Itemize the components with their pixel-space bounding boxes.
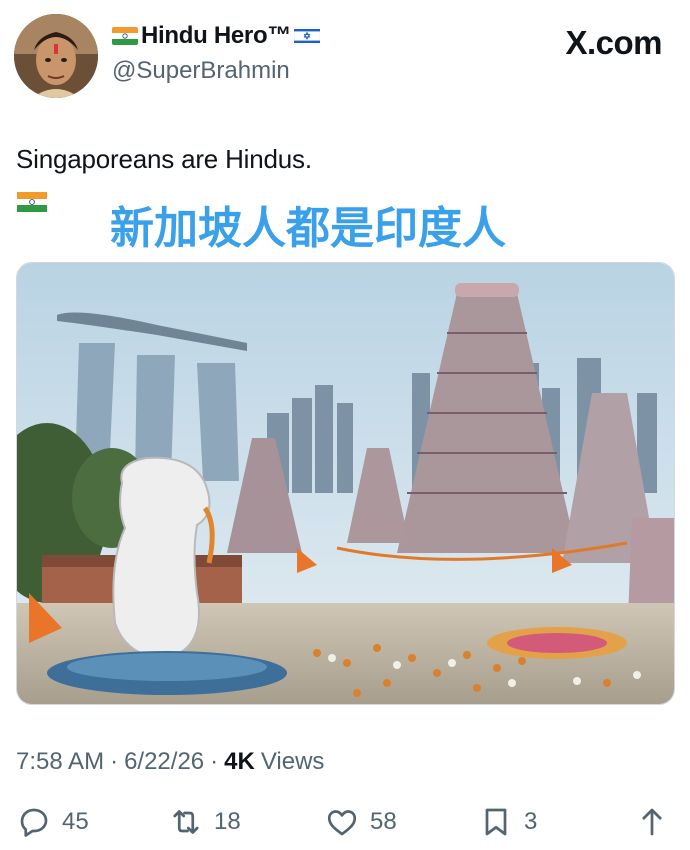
israel-flag-icon — [294, 27, 321, 45]
bookmark-icon — [485, 808, 507, 836]
brand-text: X.com — [565, 24, 662, 61]
like-button[interactable]: 58 — [324, 800, 397, 844]
reply-count: 45 — [62, 808, 89, 835]
user-handle[interactable]: @SuperBrahmin — [112, 57, 290, 85]
share-icon — [642, 808, 662, 836]
author-name-row[interactable]: Hindu Hero™ — [112, 22, 321, 50]
tweet-meta: 7:58 AM · 6/22/26 · 4K Views — [16, 748, 324, 776]
repost-button[interactable]: 18 — [168, 800, 241, 844]
x-brand-logo: X.com — [565, 24, 662, 62]
bookmark-button[interactable]: 3 — [478, 800, 537, 844]
meta-separator: · — [110, 748, 119, 775]
action-bar: 45 18 58 3 — [0, 800, 690, 844]
avatar[interactable] — [14, 14, 98, 98]
share-button[interactable] — [634, 800, 670, 844]
tweet-text: Singaporeans are Hindus. — [16, 144, 312, 174]
tweet-date[interactable]: 6/22/26 — [124, 748, 204, 776]
heart-icon — [327, 810, 357, 836]
reply-icon — [20, 808, 48, 837]
tweet-time[interactable]: 7:58 AM — [16, 748, 104, 776]
meta-separator: · — [210, 748, 219, 775]
display-name[interactable]: Hindu Hero™ — [141, 22, 291, 50]
bookmark-count: 3 — [524, 808, 538, 835]
views-count: 4K — [224, 748, 255, 775]
like-count: 58 — [370, 808, 397, 835]
repost-count: 18 — [214, 808, 241, 835]
views-label: Views — [260, 748, 325, 775]
reply-button[interactable]: 45 — [16, 800, 89, 844]
overlay-caption: 新加坡人都是印度人 — [110, 204, 506, 253]
india-flag-icon — [112, 27, 138, 45]
repost-icon — [173, 810, 199, 834]
india-flag-emoji-icon — [17, 192, 47, 212]
tweet-media-image[interactable] — [16, 262, 675, 705]
